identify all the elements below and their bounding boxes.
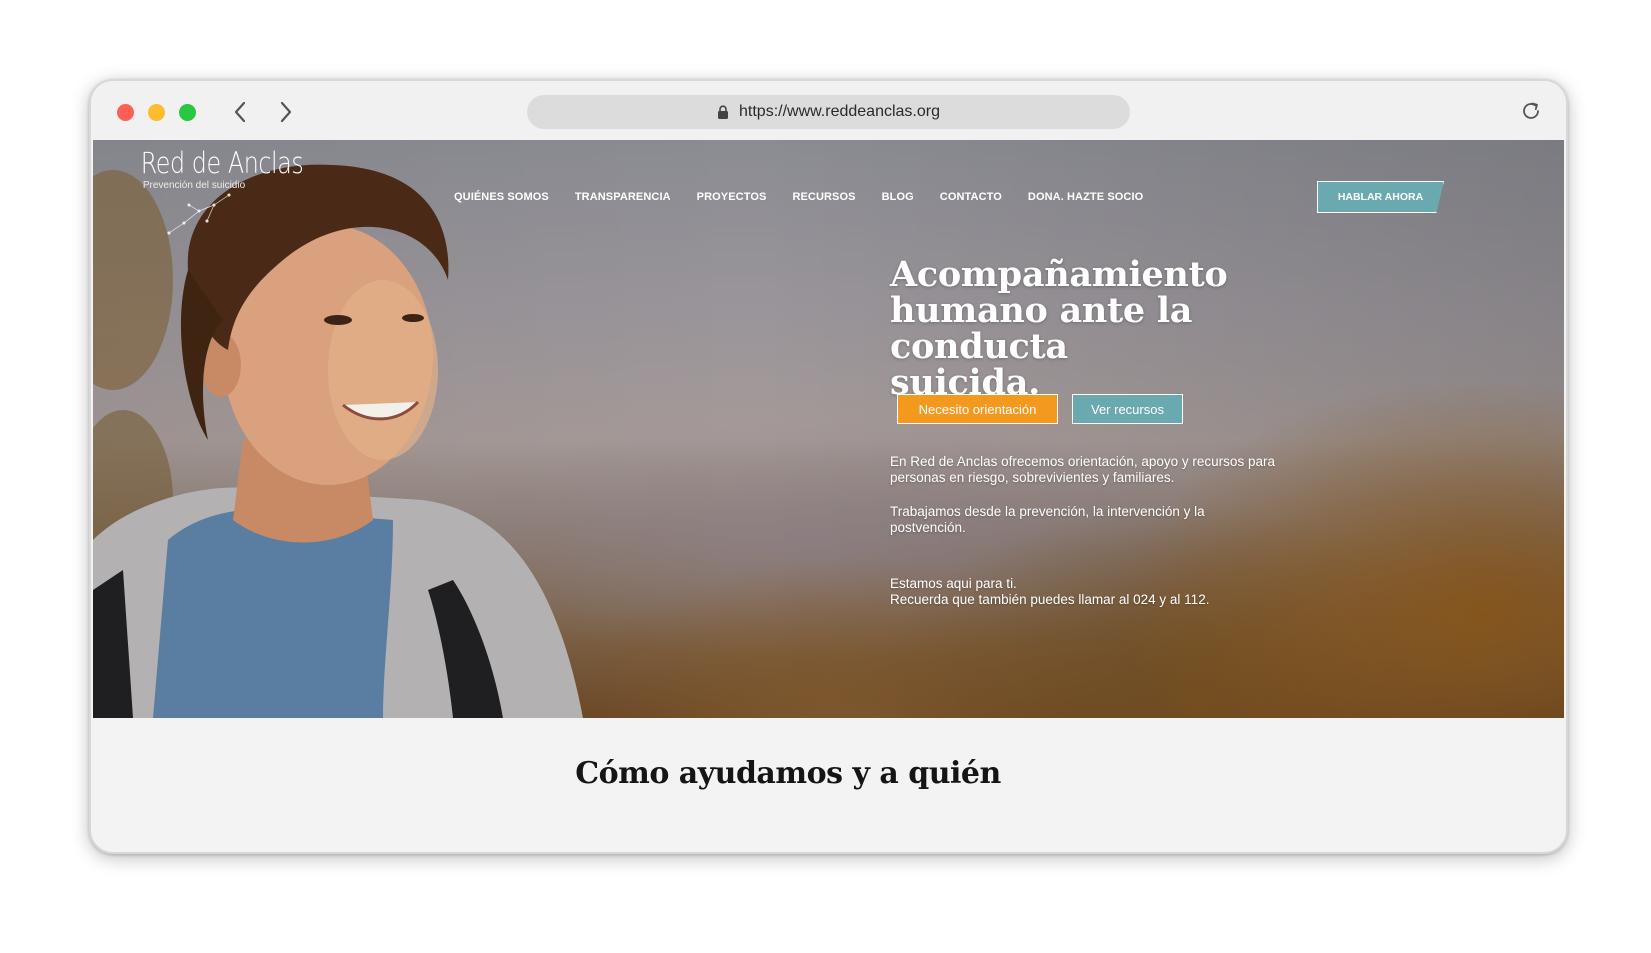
maximize-window-button[interactable] xyxy=(179,104,196,121)
nav-quienes-somos[interactable]: QUIÉNES SOMOS xyxy=(454,191,549,203)
reload-icon xyxy=(1523,102,1539,119)
hero-headline-block: Acompañamiento humano ante la conducta s… xyxy=(890,257,1350,401)
page-viewport: Red de Anclas Prevención del suicidio QU… xyxy=(93,140,1564,850)
logo-title: Red de Anclas xyxy=(140,146,304,180)
browser-toolbar: https://www.reddeanclas.org xyxy=(91,81,1566,140)
hero-paragraph-1: En Red de Anclas ofrecemos orientación, … xyxy=(890,454,1275,485)
nav-recursos[interactable]: RECURSOS xyxy=(792,191,855,203)
close-window-button[interactable] xyxy=(117,104,134,121)
nav-proyectos[interactable]: PROYECTOS xyxy=(697,191,767,203)
hero-paragraph-3: Estamos aqui para ti. Recuerda que tambi… xyxy=(890,576,1210,607)
chevron-left-icon xyxy=(234,101,246,123)
necesito-orientacion-button[interactable]: Necesito orientación xyxy=(897,394,1058,424)
minimize-window-button[interactable] xyxy=(148,104,165,121)
address-bar[interactable]: https://www.reddeanclas.org xyxy=(527,95,1130,129)
ver-recursos-button[interactable]: Ver recursos xyxy=(1072,394,1183,424)
chevron-right-icon xyxy=(280,101,292,123)
hero-paragraph-2: Trabajamos desde la prevención, la inter… xyxy=(890,504,1205,535)
hablar-ahora-button[interactable]: HABLAR AHORA xyxy=(1317,181,1444,213)
section-title: Cómo ayudamos y a quién xyxy=(575,756,1001,791)
url-text: https://www.reddeanclas.org xyxy=(739,103,940,120)
lock-icon xyxy=(718,104,728,119)
nav-transparencia[interactable]: TRANSPARENCIA xyxy=(575,191,671,203)
constellation-icon xyxy=(167,193,231,235)
back-button[interactable] xyxy=(225,97,255,127)
nav-dona[interactable]: DONA. HAZTE SOCIO xyxy=(1028,191,1143,203)
logo-subtitle: Prevención del suicidio xyxy=(142,180,246,191)
hero-headline: Acompañamiento humano ante la conducta s… xyxy=(890,254,1228,403)
hero-section: Red de Anclas Prevención del suicidio QU… xyxy=(93,140,1564,718)
reload-button[interactable] xyxy=(1518,98,1544,124)
hero-buttons: Necesito orientación Ver recursos xyxy=(897,394,1183,424)
forward-button[interactable] xyxy=(271,97,301,127)
site-logo[interactable]: Red de Anclas Prevención del suicidio xyxy=(129,146,304,242)
main-navigation: QUIÉNES SOMOS TRANSPARENCIA PROYECTOS RE… xyxy=(454,191,1169,203)
browser-window: https://www.reddeanclas.org Red de Ancla… xyxy=(89,79,1568,854)
nav-blog[interactable]: BLOG xyxy=(882,191,914,203)
nav-contacto[interactable]: CONTACTO xyxy=(940,191,1002,203)
